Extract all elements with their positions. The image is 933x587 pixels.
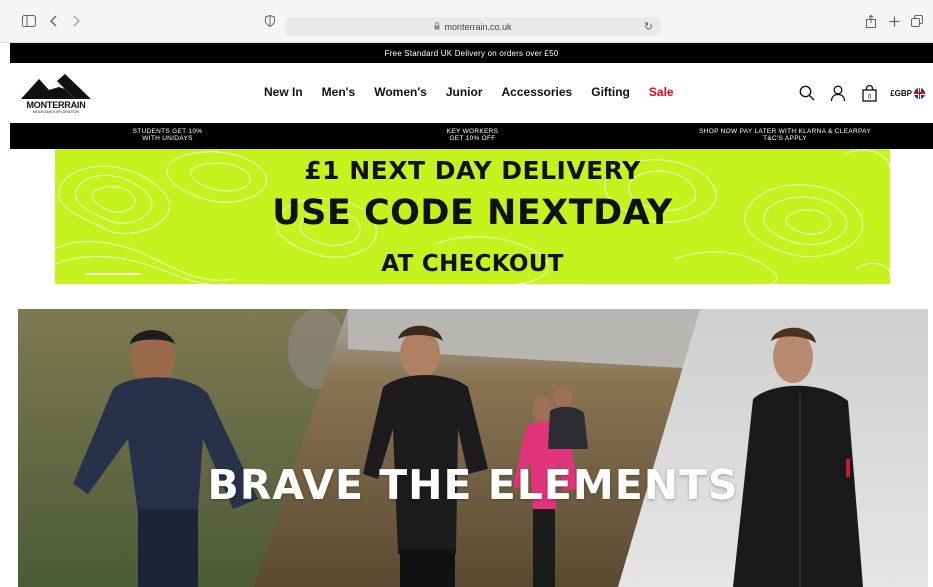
nav-sale[interactable]: Sale xyxy=(649,85,674,99)
header-actions: 0 £GBP xyxy=(797,83,933,103)
site-header: MONTERRAIN MOUNTAIN EXPLORATION New In M… xyxy=(10,63,933,123)
promo-key-workers-line2: GET 10% OFF xyxy=(449,135,496,142)
banner-accent-line xyxy=(85,273,141,275)
promo-students[interactable]: STUDENTS GET 10% WITH UNIDAYS xyxy=(105,128,230,142)
svg-text:0: 0 xyxy=(868,94,872,100)
share-icon[interactable] xyxy=(866,13,876,29)
search-icon[interactable] xyxy=(797,83,817,103)
tab-overview-icon[interactable] xyxy=(911,13,923,29)
promo-students-line1: STUDENTS GET 10% xyxy=(132,128,203,135)
hero-title: BRAVE THE ELEMENTS xyxy=(207,461,739,509)
currency-label: £GBP xyxy=(890,88,912,98)
brand-logo[interactable]: MONTERRAIN MOUNTAIN EXPLORATION xyxy=(19,73,93,115)
hero-banner[interactable]: BRAVE THE ELEMENTS xyxy=(18,309,928,587)
announcement-bar[interactable]: Free Standard UK Delivery on orders over… xyxy=(10,43,933,63)
address-bar[interactable]: monterrain.co.uk ↻ xyxy=(285,17,661,36)
new-tab-icon[interactable] xyxy=(889,13,900,29)
brand-name: MONTERRAIN xyxy=(26,100,86,110)
promo-key-workers[interactable]: KEY WORKERS GET 10% OFF xyxy=(410,128,535,142)
announcement-text: Free Standard UK Delivery on orders over… xyxy=(384,48,559,58)
forward-icon[interactable] xyxy=(72,13,80,29)
promo-klarna-line1: SHOP NOW PAY LATER WITH KLARNA & CLEARPA… xyxy=(699,128,871,135)
promo-key-workers-line1: KEY WORKERS xyxy=(446,128,499,135)
mountain-logo-icon xyxy=(21,74,91,99)
main-nav: New In Men's Women's Junior Accessories … xyxy=(264,85,693,99)
reload-icon[interactable]: ↻ xyxy=(644,20,653,33)
uk-flag-icon xyxy=(914,87,925,99)
bag-icon[interactable]: 0 xyxy=(859,83,879,103)
promo-klarna-line2: T&C'S APPLY xyxy=(763,135,807,142)
nav-new-in[interactable]: New In xyxy=(264,85,303,99)
url-text: monterrain.co.uk xyxy=(444,21,512,32)
back-icon[interactable] xyxy=(50,13,58,29)
promo-bar: STUDENTS GET 10% WITH UNIDAYS KEY WORKER… xyxy=(10,123,933,149)
banner-promo-code: USE CODE NEXTDAY xyxy=(272,193,673,233)
hero-photo xyxy=(18,309,928,587)
currency-selector[interactable]: £GBP xyxy=(890,87,925,99)
nav-mens[interactable]: Men's xyxy=(322,85,356,99)
browser-toolbar: monterrain.co.uk ↻ xyxy=(0,0,933,43)
nav-gifting[interactable]: Gifting xyxy=(591,85,630,99)
promo-klarna[interactable]: SHOP NOW PAY LATER WITH KLARNA & CLEARPA… xyxy=(670,128,900,142)
nav-womens[interactable]: Women's xyxy=(374,85,427,99)
nav-accessories[interactable]: Accessories xyxy=(502,85,573,99)
account-icon[interactable] xyxy=(828,83,848,103)
lock-icon xyxy=(434,21,440,32)
sidebar-toggle-icon[interactable] xyxy=(22,13,36,29)
brand-tagline: MOUNTAIN EXPLORATION xyxy=(32,110,79,114)
banner-headline: £1 NEXT DAY DELIVERY xyxy=(304,156,641,185)
nav-junior[interactable]: Junior xyxy=(446,85,483,99)
promo-students-line2: WITH UNIDAYS xyxy=(142,135,193,142)
privacy-shield-icon[interactable] xyxy=(265,13,275,29)
delivery-banner[interactable]: £1 NEXT DAY DELIVERY USE CODE NEXTDAY AT… xyxy=(55,149,890,284)
banner-checkout: AT CHECKOUT xyxy=(381,251,564,277)
